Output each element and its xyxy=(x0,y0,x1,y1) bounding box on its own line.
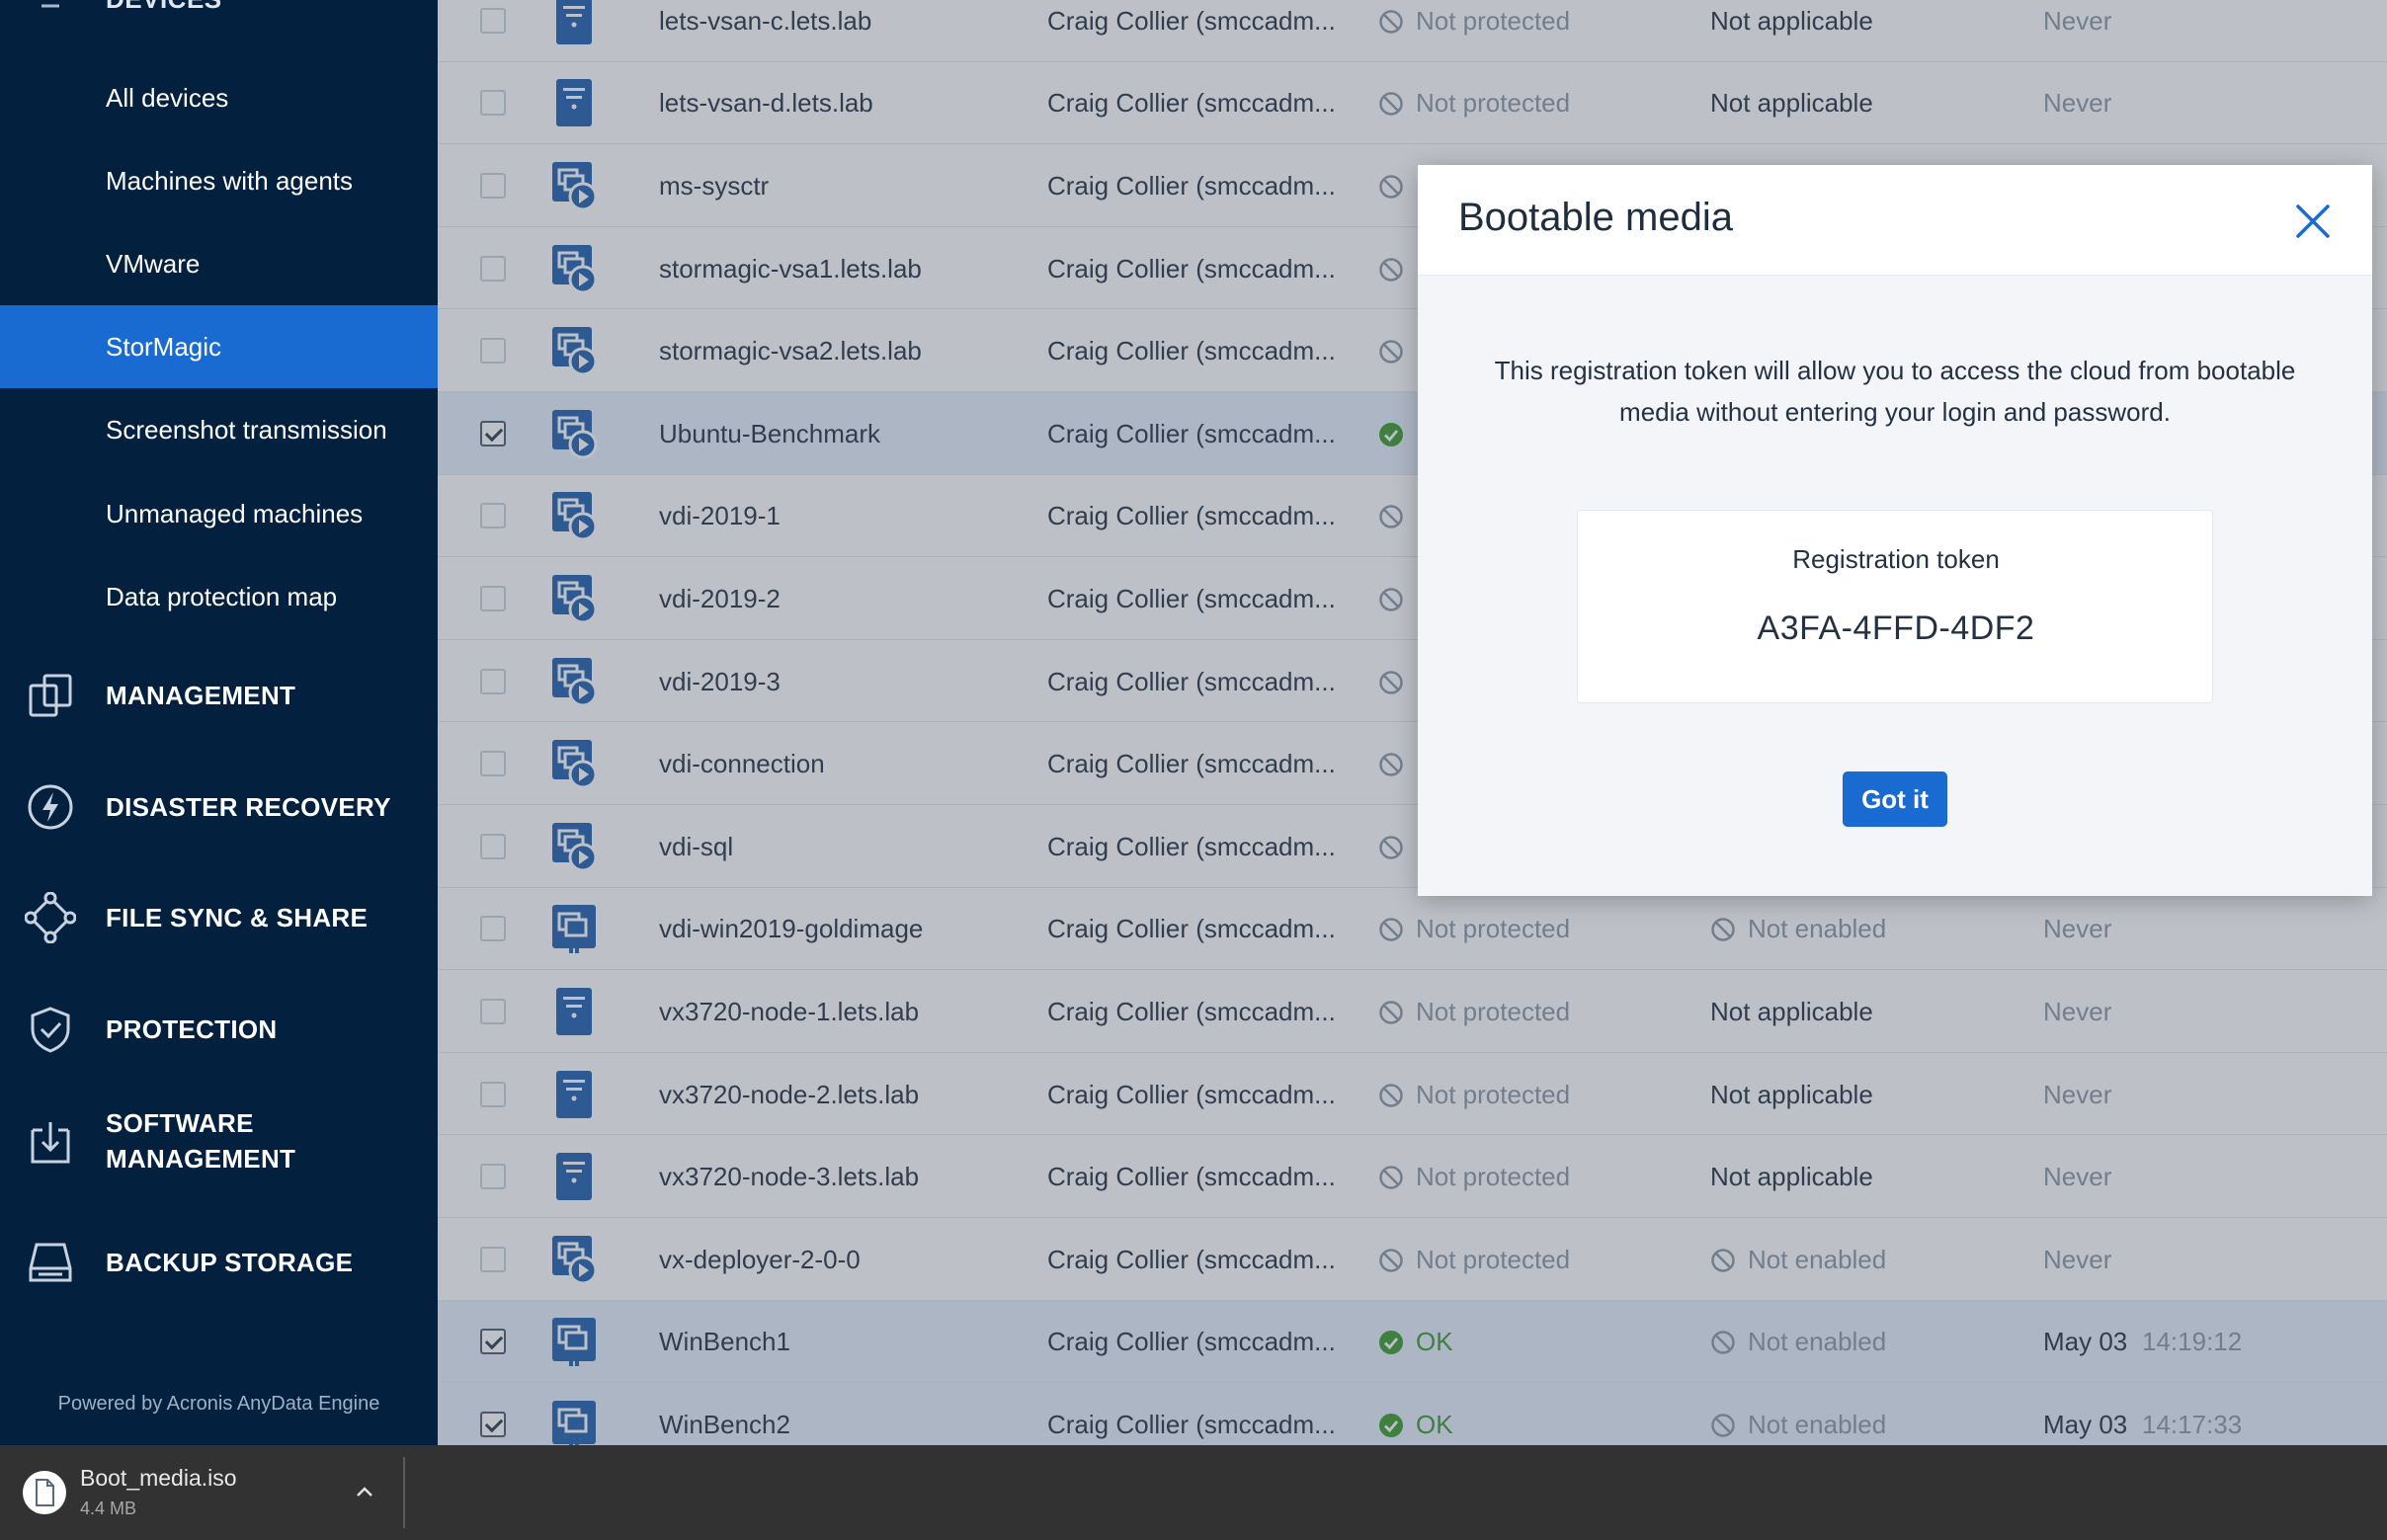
sidebar-section-label: DISASTER RECOVERY xyxy=(106,791,391,822)
dialog-description: This registration token will allow you t… xyxy=(1494,356,2296,427)
sidebar-item-screenshot-transmission[interactable]: Screenshot transmission xyxy=(0,388,438,471)
sidebar-section-label: PROTECTION xyxy=(106,1013,278,1044)
dialog-header: Bootable media xyxy=(1418,165,2372,276)
sidebar-item-label: StorMagic xyxy=(106,331,222,362)
sidebar-item-stormagic[interactable]: StorMagic xyxy=(0,305,438,388)
backup-storage-icon xyxy=(29,1243,72,1282)
software-management-icon xyxy=(31,1122,70,1164)
token-value[interactable]: A3FA-4FFD-4DF2 xyxy=(1578,609,2214,648)
sidebar-item-data-protection-map[interactable]: Data protection map xyxy=(0,555,438,638)
sidebar-section-label: BACKUP STORAGE xyxy=(106,1247,354,1277)
sidebar-section-label: MANAGEMENT xyxy=(106,680,296,710)
sidebar-item-vmware[interactable]: VMware xyxy=(0,222,438,305)
token-label: Registration token xyxy=(1792,544,2000,574)
devices-icon xyxy=(41,4,59,8)
close-icon[interactable] xyxy=(2288,197,2338,246)
sidebar-section-disaster-recovery[interactable]: DISASTER RECOVERY xyxy=(0,768,438,847)
sidebar-item-unmanaged-machines[interactable]: Unmanaged machines xyxy=(0,472,438,555)
shield-icon xyxy=(31,1007,70,1053)
download-size: 4.4 MB xyxy=(80,1499,137,1518)
dialog-title: Bootable media xyxy=(1458,196,1733,239)
sidebar-item-machines-with-agents[interactable]: Machines with agents xyxy=(0,139,438,222)
sidebar-section-label: MANAGEMENT xyxy=(106,1144,296,1174)
file-icon[interactable] xyxy=(22,1470,67,1515)
sidebar-section-label: FILE SYNC & SHARE xyxy=(106,902,369,932)
sidebar-section-file-sync-share[interactable]: FILE SYNC & SHARE xyxy=(0,878,438,957)
sidebar-section-label: SOFTWARE xyxy=(106,1108,254,1138)
got-it-button[interactable]: Got it xyxy=(1843,771,1947,827)
sidebar-item-label: Machines with agents xyxy=(106,165,354,196)
file-sync-icon xyxy=(25,892,76,943)
sidebar-section-protection[interactable]: PROTECTION xyxy=(0,990,438,1069)
sidebar-item-label: VMware xyxy=(106,248,201,279)
token-box: Registration token A3FA-4FFD-4DF2 xyxy=(1577,510,2213,703)
sidebar-item-all-devices[interactable]: All devices xyxy=(0,56,438,139)
sidebar-section-management[interactable]: MANAGEMENT xyxy=(0,656,438,735)
download-separator xyxy=(403,1457,405,1528)
sidebar-item-label: Screenshot transmission xyxy=(106,414,387,445)
download-filename[interactable]: Boot_media.iso xyxy=(80,1465,237,1492)
sidebar-item-label: Data protection map xyxy=(106,581,338,611)
management-icon xyxy=(29,674,72,717)
chevron-up-icon[interactable] xyxy=(352,1479,377,1504)
sidebar-header-devices[interactable]: DEVICES xyxy=(0,0,438,30)
bootable-media-dialog: Bootable media This registration token w… xyxy=(1418,165,2372,896)
sidebar: DEVICES All devices Machines with agents V… xyxy=(0,0,438,1445)
sidebar-header-label: DEVICES xyxy=(106,0,222,15)
sidebar-section-software-management[interactable]: SOFTWARE MANAGEMENT xyxy=(0,1100,438,1183)
download-bar: Boot_media.iso 4.4 MB xyxy=(0,1445,2387,1540)
sidebar-item-label: Unmanaged machines xyxy=(106,498,364,528)
powered-by-footer: Powered by Acronis AnyData Engine xyxy=(57,1393,380,1415)
sidebar-item-label: All devices xyxy=(106,82,229,113)
sidebar-section-backup-storage[interactable]: BACKUP STORAGE xyxy=(0,1223,438,1302)
disaster-recovery-icon xyxy=(28,784,73,830)
